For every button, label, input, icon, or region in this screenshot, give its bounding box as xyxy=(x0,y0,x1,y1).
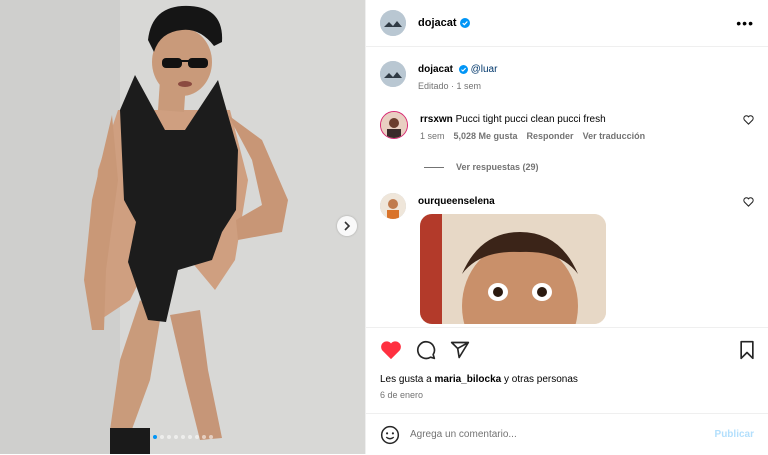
edited-meta: Editado · 1 sem xyxy=(418,81,482,91)
comment-item: rrsxwn Pucci tight pucci clean pucci fre… xyxy=(380,111,754,141)
carousel-dot[interactable] xyxy=(208,435,213,439)
verified-badge-icon xyxy=(458,64,468,74)
commenter-avatar[interactable] xyxy=(380,111,408,139)
commenter-avatar[interactable] xyxy=(380,193,406,219)
comment-likes[interactable]: 5,028 Me gusta xyxy=(454,131,518,141)
like-heart-icon[interactable] xyxy=(380,340,402,360)
caption-avatar[interactable] xyxy=(380,61,406,87)
chevron-right-icon xyxy=(344,221,351,231)
carousel-dot[interactable] xyxy=(159,435,164,439)
comment-username[interactable]: ourqueenselena xyxy=(418,196,495,207)
replies-divider xyxy=(424,166,444,168)
carousel-dot[interactable] xyxy=(187,435,192,439)
post-actions: Les gusta a maria_bilocka y otras person… xyxy=(366,327,768,408)
reply-button[interactable]: Responder xyxy=(527,131,574,141)
likes-summary: Les gusta a maria_bilocka y otras person… xyxy=(380,374,578,385)
comment-composer: Agrega un comentario... Publicar xyxy=(366,413,768,455)
caption: dojacat @luar Editado · 1 sem xyxy=(380,61,754,91)
carousel-dot[interactable] xyxy=(194,435,199,439)
likes-suffix[interactable]: y otras personas xyxy=(504,374,578,385)
author-avatar[interactable] xyxy=(380,10,406,36)
carousel-dot[interactable] xyxy=(180,435,185,439)
post-media[interactable] xyxy=(0,0,365,454)
view-replies-button[interactable]: Ver respuestas (29) xyxy=(424,162,539,172)
caption-username[interactable]: dojacat xyxy=(418,64,453,75)
post-panel: dojacat ••• dojacat @luar Editado · 1 se… xyxy=(365,0,768,454)
author-username[interactable]: dojacat xyxy=(418,17,457,29)
meme-face-image xyxy=(420,214,606,324)
carousel-dot[interactable] xyxy=(201,435,206,439)
comment-like-icon[interactable] xyxy=(743,115,754,125)
likes-user[interactable]: maria_bilocka xyxy=(435,374,502,385)
comment-input[interactable]: Agrega un comentario... xyxy=(410,429,517,440)
post-date[interactable]: 6 de enero xyxy=(380,390,423,400)
more-options-button[interactable]: ••• xyxy=(736,15,754,31)
instagram-post-modal: dojacat ••• dojacat @luar Editado · 1 se… xyxy=(0,0,768,454)
carousel-dot[interactable] xyxy=(152,435,157,439)
save-bookmark-icon[interactable] xyxy=(738,340,756,360)
comment-bubble-icon[interactable] xyxy=(416,340,436,360)
caption-mention[interactable]: @luar xyxy=(471,64,498,75)
comment-like-icon[interactable] xyxy=(743,197,754,207)
carousel-dots xyxy=(0,435,365,439)
share-send-icon[interactable] xyxy=(450,340,470,360)
post-comment-button[interactable]: Publicar xyxy=(715,429,754,440)
comment-text: Pucci tight pucci clean pucci fresh xyxy=(455,114,606,125)
next-image-button[interactable] xyxy=(337,216,357,236)
post-header: dojacat ••• xyxy=(366,0,768,47)
comment-username[interactable]: rrsxwn xyxy=(420,114,453,125)
carousel-dot[interactable] xyxy=(166,435,171,439)
emoji-icon[interactable] xyxy=(380,425,400,445)
comments-list: dojacat @luar Editado · 1 sem rrsxwn Puc… xyxy=(366,47,768,327)
comment-image[interactable] xyxy=(420,214,606,324)
likes-prefix: Les gusta a xyxy=(380,374,432,385)
verified-badge-icon xyxy=(459,18,470,28)
post-photo xyxy=(0,0,365,454)
carousel-dot[interactable] xyxy=(173,435,178,439)
comment-time[interactable]: 1 sem xyxy=(420,131,445,141)
view-replies-label: Ver respuestas (29) xyxy=(456,162,539,172)
translate-button[interactable]: Ver traducción xyxy=(583,131,646,141)
